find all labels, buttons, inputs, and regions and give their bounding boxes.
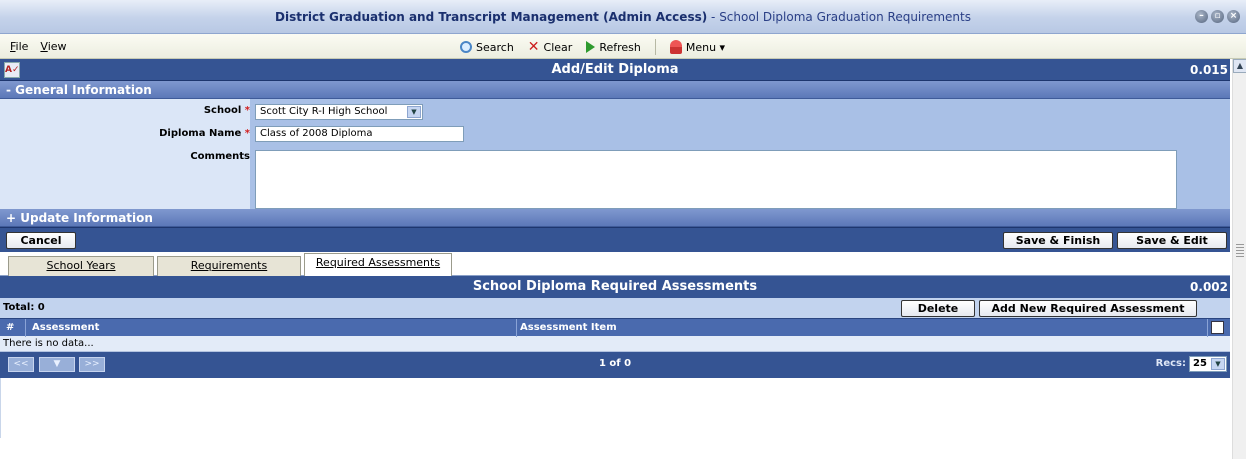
grid-column-header: # Assessment Assessment Item (0, 318, 1230, 337)
refresh-label: Refresh (599, 40, 641, 54)
column-assessment[interactable]: Assessment (32, 322, 99, 333)
grid-toolbar: Total: 0 Delete Add New Required Assessm… (0, 298, 1230, 318)
spellcheck-icon[interactable]: A✓ (4, 62, 20, 78)
update-info-section-toggle[interactable]: + Update Information (0, 209, 1230, 227)
toolbar-separator (654, 39, 656, 55)
bell-icon (669, 40, 682, 54)
add-required-assessment-button[interactable]: Add New Required Assessment (979, 300, 1197, 317)
form-title: Add/Edit Diploma (551, 62, 679, 77)
select-all-checkbox[interactable] (1211, 321, 1224, 334)
save-edit-button[interactable]: Save & Edit (1117, 232, 1227, 249)
delete-button[interactable]: Delete (901, 300, 975, 317)
diploma-name-label: Diploma Name * (159, 128, 250, 139)
required-mark: * (244, 128, 250, 139)
pager: << ▼ >> 1 of 0 Recs: 25 ▼ (0, 352, 1230, 378)
grid-header: School Diploma Required Assessments 0.00… (0, 276, 1230, 298)
total-count: Total: 0 (3, 302, 45, 313)
records-per-page-select[interactable]: 25 ▼ (1189, 356, 1227, 372)
window-title-main: District Graduation and Transcript Manag… (275, 10, 708, 24)
menu-button[interactable]: Menu ▾ (669, 40, 726, 54)
menu-label: Menu ▾ (685, 40, 726, 54)
search-button[interactable]: Search (460, 41, 514, 54)
grid-timer: 0.002 (1190, 280, 1228, 294)
grid-title: School Diploma Required Assessments (472, 279, 758, 294)
refresh-button[interactable]: Refresh (586, 41, 641, 54)
chevron-down-icon[interactable]: ▼ (1211, 358, 1225, 370)
minimize-icon[interactable]: – (1195, 10, 1208, 23)
search-label: Search (476, 40, 514, 54)
comments-field[interactable] (255, 150, 1177, 209)
tab-required-assessments[interactable]: Required Assessments (304, 253, 452, 277)
tab-requirements[interactable]: Requirements (157, 256, 301, 276)
general-info-section-toggle[interactable]: - General Information (0, 81, 1230, 99)
column-assessment-item[interactable]: Assessment Item (520, 322, 617, 333)
diploma-name-field[interactable]: Class of 2008 Diploma (255, 126, 464, 142)
school-select[interactable]: Scott City R-I High School ▼ (255, 104, 423, 120)
menu-bar: File View Search ✕ Clear Refresh Menu ▾ (0, 34, 1246, 59)
close-icon[interactable]: × (1227, 10, 1240, 23)
school-select-value: Scott City R-I High School (260, 106, 388, 117)
window-title: District Graduation and Transcript Manag… (0, 10, 1246, 24)
save-finish-button[interactable]: Save & Finish (1003, 232, 1113, 249)
records-per-page-value: 25 (1193, 358, 1207, 369)
form-header: A✓ Add/Edit Diploma 0.015 (0, 59, 1230, 81)
column-divider (1207, 319, 1208, 337)
scroll-up-icon[interactable]: ▲ (1233, 59, 1246, 73)
cancel-button[interactable]: Cancel (6, 232, 76, 249)
school-label: School * (204, 105, 250, 116)
general-info-form: School * Scott City R-I High School ▼ Di… (0, 99, 1230, 209)
tab-school-years[interactable]: School Years (8, 256, 154, 276)
maximize-icon[interactable]: ▫ (1211, 10, 1224, 23)
page-indicator: 1 of 0 (598, 358, 632, 369)
column-number: # (6, 322, 15, 333)
comments-label: Comments (190, 151, 250, 162)
refresh-icon (586, 41, 596, 53)
search-icon (460, 41, 472, 53)
vertical-scrollbar[interactable]: ▲ (1232, 59, 1246, 459)
title-bar: District Graduation and Transcript Manag… (0, 0, 1246, 34)
main-area: A✓ Add/Edit Diploma 0.015 - General Info… (0, 59, 1246, 459)
column-divider (516, 319, 517, 337)
window-controls: – ▫ × (1195, 10, 1240, 23)
form-button-bar: Cancel Save & Finish Save & Edit (0, 227, 1230, 252)
menu-view[interactable]: View (40, 40, 66, 53)
clear-label: Clear (543, 40, 573, 54)
content-empty-area (0, 378, 1230, 438)
clear-button[interactable]: ✕ Clear (527, 39, 573, 55)
diploma-name-label-text: Diploma Name (159, 128, 242, 139)
grid-empty-message: There is no data... (0, 336, 1230, 352)
menu-file[interactable]: File (10, 40, 28, 53)
school-label-text: School (203, 105, 242, 116)
scroll-grip[interactable] (1236, 244, 1244, 258)
toolbar: Search ✕ Clear Refresh Menu ▾ (460, 39, 739, 55)
tab-bar: School Years Requirements Required Asses… (0, 252, 1230, 277)
chevron-down-icon[interactable]: ▼ (407, 106, 421, 118)
form-timer: 0.015 (1190, 63, 1228, 77)
required-mark: * (244, 105, 250, 116)
window-title-sub: - School Diploma Graduation Requirements (711, 10, 971, 24)
column-divider (25, 319, 26, 337)
records-label: Recs: (1155, 358, 1186, 369)
clear-icon: ✕ (527, 39, 540, 55)
